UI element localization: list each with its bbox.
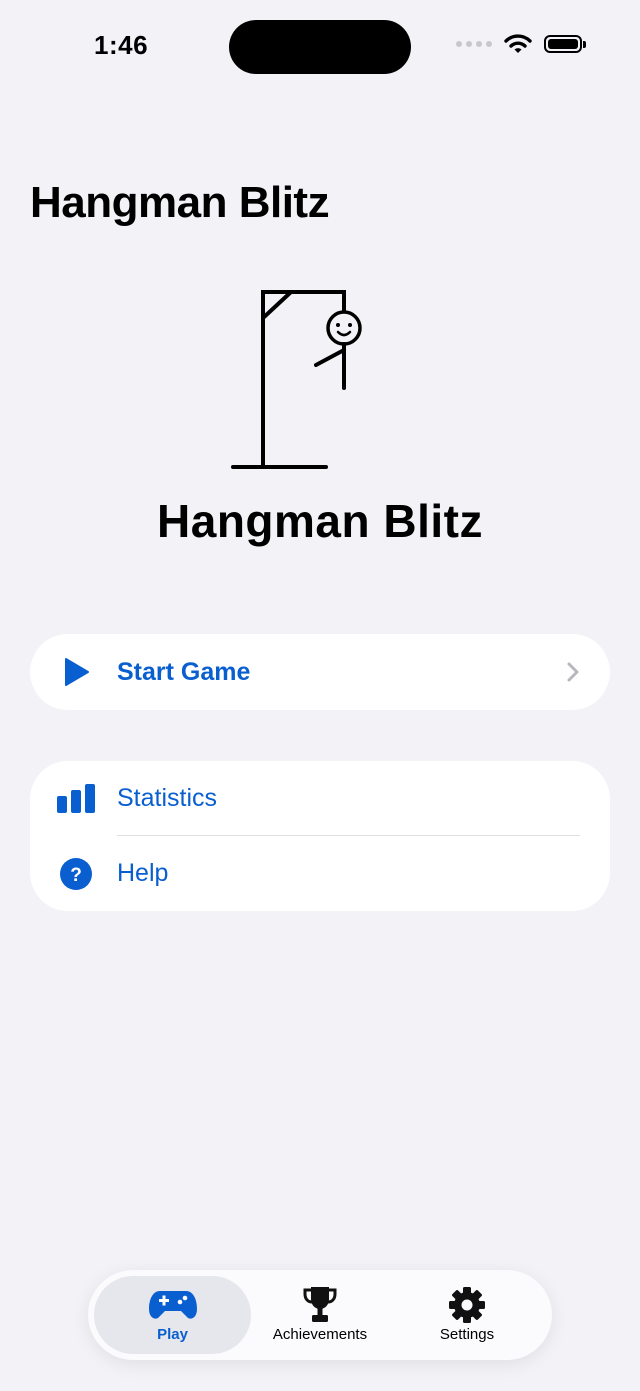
tab-play-label: Play xyxy=(157,1326,188,1343)
statistics-label: Statistics xyxy=(117,784,218,812)
gamecontroller-icon xyxy=(148,1286,198,1324)
tab-settings[interactable]: Settings xyxy=(392,1276,542,1354)
question-circle-icon: ? xyxy=(56,854,96,894)
svg-text:?: ? xyxy=(70,865,82,886)
status-time: 1:46 xyxy=(94,30,149,60)
logo-wordmark: Hangman Blitz xyxy=(157,495,483,547)
page-title: Hangman Blitz xyxy=(30,178,330,227)
play-icon xyxy=(56,652,96,692)
tab-play[interactable]: Play xyxy=(94,1276,251,1354)
chevron-right-icon xyxy=(567,662,579,682)
statistics-row[interactable]: Statistics xyxy=(30,761,610,836)
tab-bar: Play Achievements Settings xyxy=(88,1270,552,1360)
wifi-icon xyxy=(504,34,532,53)
start-game-button[interactable]: Start Game xyxy=(30,634,610,710)
gear-icon xyxy=(448,1286,486,1324)
bar-chart-icon xyxy=(56,779,96,819)
help-label: Help xyxy=(117,859,169,887)
start-game-card: Start Game xyxy=(30,634,610,710)
tab-achievements-label: Achievements xyxy=(272,1326,368,1343)
tab-settings-label: Settings xyxy=(439,1326,495,1343)
dynamic-island xyxy=(229,20,411,74)
cellular-signal-icon xyxy=(456,41,492,47)
help-row[interactable]: ? Help xyxy=(30,836,610,911)
battery-icon xyxy=(544,35,586,53)
menu-card: Statistics ? Help xyxy=(30,761,610,911)
start-game-label: Start Game xyxy=(117,657,251,686)
hangman-logo-icon xyxy=(231,290,362,469)
trophy-icon xyxy=(302,1286,338,1324)
tab-achievements[interactable]: Achievements xyxy=(245,1276,395,1354)
status-indicators xyxy=(456,34,586,54)
